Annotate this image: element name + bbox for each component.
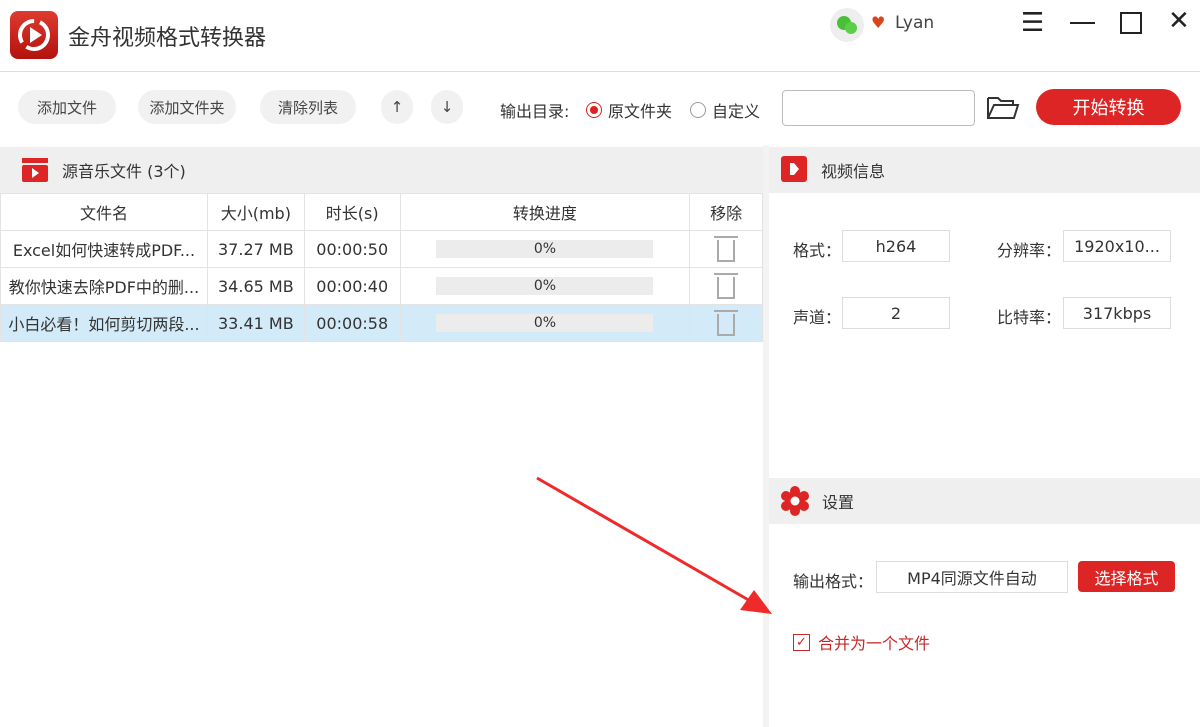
table-header: 文件名 大小(mb) 时长(s) 转换进度 移除 [1, 194, 763, 231]
output-format-label: 输出格式： [793, 568, 873, 592]
file-duration: 00:00:40 [304, 268, 400, 305]
trash-icon[interactable] [717, 240, 735, 262]
maximize-icon[interactable] [1120, 12, 1142, 34]
gear-icon [780, 486, 810, 516]
video-info-header: 视频信息 [769, 147, 1200, 193]
radio-original-folder[interactable]: 原文件夹 [586, 98, 672, 122]
file-name: Excel如何快速转成PDF... [1, 231, 208, 268]
format-value: h264 [842, 230, 950, 262]
radio-custom-folder[interactable]: 自定义 [690, 98, 760, 122]
add-file-button[interactable]: 添加文件 [18, 90, 116, 124]
col-duration: 时长(s) [304, 194, 400, 231]
file-size: 33.41 MB [207, 305, 304, 342]
table-row[interactable]: Excel如何快速转成PDF... 37.27 MB 00:00:50 0% [1, 231, 763, 268]
settings-header: 设置 [769, 478, 1200, 524]
close-icon[interactable]: ✕ [1168, 6, 1190, 36]
bitrate-value: 317kbps [1063, 297, 1171, 329]
clapboard-icon [20, 156, 52, 184]
output-format-value: MP4同源文件自动 [876, 561, 1068, 593]
merge-label: 合并为一个文件 [818, 630, 930, 654]
panel-divider [763, 145, 769, 727]
move-down-button[interactable]: ↓ [431, 90, 463, 124]
file-duration: 00:00:50 [304, 231, 400, 268]
file-duration: 00:00:58 [304, 305, 400, 342]
radio-original-indicator[interactable] [586, 102, 602, 118]
minimize-icon[interactable] [1070, 22, 1095, 24]
username[interactable]: Lyan [895, 13, 934, 33]
col-remove: 移除 [690, 194, 763, 231]
col-progress: 转换进度 [400, 194, 690, 231]
merge-checkbox[interactable]: ✓ 合并为一个文件 [793, 630, 930, 654]
file-name: 小白必看！如何剪切两段... [1, 305, 208, 342]
radio-custom-label: 自定义 [712, 98, 760, 122]
add-folder-button[interactable]: 添加文件夹 [138, 90, 236, 124]
progress-bar: 0% [436, 240, 653, 258]
files-panel-title: 源音乐文件 (3个) [62, 158, 186, 182]
app-logo [10, 11, 58, 59]
table-row[interactable]: 教你快速去除PDF中的删... 34.65 MB 00:00:40 0% [1, 268, 763, 305]
channels-label: 声道： [793, 304, 841, 328]
settings-title: 设置 [822, 489, 854, 513]
move-up-button[interactable]: ↑ [381, 90, 413, 124]
bitrate-label: 比特率： [997, 304, 1061, 328]
output-dir-label: 输出目录: [500, 98, 569, 122]
wechat-icon[interactable] [830, 8, 864, 42]
col-filename: 文件名 [1, 194, 208, 231]
file-size: 37.27 MB [207, 231, 304, 268]
clear-list-button[interactable]: 清除列表 [260, 90, 356, 124]
format-label: 格式： [793, 237, 841, 261]
progress-bar: 0% [436, 277, 653, 295]
trash-icon[interactable] [717, 314, 735, 336]
folder-open-icon[interactable] [986, 94, 1020, 124]
col-size: 大小(mb) [207, 194, 304, 231]
output-path-input[interactable] [782, 90, 975, 126]
file-name: 教你快速去除PDF中的删... [1, 268, 208, 305]
vip-diamond-icon: ♥ [871, 13, 885, 32]
play-logo-icon [10, 11, 58, 59]
checkbox-checked-icon[interactable]: ✓ [793, 634, 810, 651]
resolution-value: 1920x10... [1063, 230, 1171, 262]
video-info-title: 视频信息 [821, 158, 885, 182]
trash-icon[interactable] [717, 277, 735, 299]
table-row-selected[interactable]: 小白必看！如何剪切两段... 33.41 MB 00:00:58 0% [1, 305, 763, 342]
app-title: 金舟视频格式转换器 [68, 20, 266, 52]
file-table: 文件名 大小(mb) 时长(s) 转换进度 移除 Excel如何快速转成PDF.… [0, 193, 763, 342]
video-icon [781, 156, 809, 184]
file-size: 34.65 MB [207, 268, 304, 305]
channels-value: 2 [842, 297, 950, 329]
progress-bar: 0% [436, 314, 653, 332]
files-panel-header: 源音乐文件 (3个) [0, 147, 763, 193]
radio-custom-indicator[interactable] [690, 102, 706, 118]
resolution-label: 分辨率： [997, 237, 1061, 261]
menu-icon[interactable]: ☰ [1021, 8, 1044, 38]
radio-original-label: 原文件夹 [608, 98, 672, 122]
start-convert-button[interactable]: 开始转换 [1036, 89, 1181, 125]
choose-format-button[interactable]: 选择格式 [1078, 561, 1175, 592]
